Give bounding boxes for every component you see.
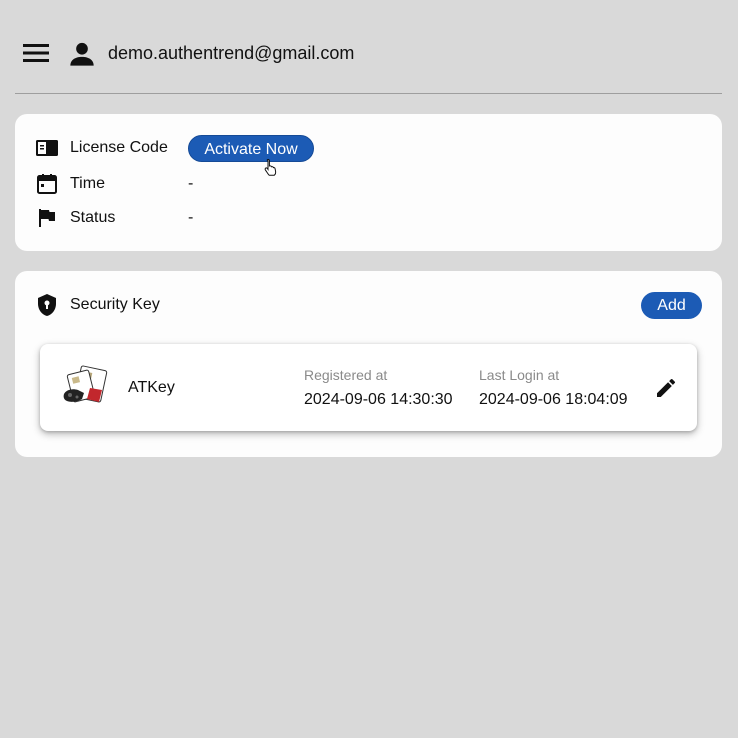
last-login-value: 2024-09-06 18:04:09 [479, 391, 628, 408]
license-code-label: License Code [70, 139, 168, 156]
last-login-label: Last Login at [479, 367, 560, 383]
security-key-name: ATKey [128, 379, 175, 396]
status-label: Status [70, 209, 116, 226]
user-email: demo.authentrend@gmail.com [108, 43, 355, 63]
shield-icon [38, 294, 56, 316]
time-value: - [188, 175, 194, 192]
header-divider [15, 93, 722, 94]
calendar-icon [37, 174, 57, 194]
hamburger-menu-icon[interactable] [22, 42, 50, 64]
flag-icon [39, 209, 55, 227]
registered-at-label: Registered at [304, 367, 388, 383]
license-card-icon [36, 140, 58, 156]
license-card: License Code Activate Now Time - Status … [15, 114, 722, 251]
account-person-icon[interactable] [68, 40, 96, 68]
add-security-key-button[interactable]: Add [641, 292, 702, 319]
activate-now-button[interactable]: Activate Now [188, 135, 314, 162]
security-key-item[interactable]: ATKey Registered at 2024-09-06 14:30:30 … [40, 344, 697, 431]
status-value: - [188, 209, 194, 226]
security-key-title: Security Key [70, 296, 160, 313]
atkey-device-image [63, 365, 108, 403]
pointer-hand-cursor-icon [264, 158, 277, 176]
pencil-edit-icon[interactable] [654, 376, 678, 400]
time-label: Time [70, 175, 105, 192]
registered-at-value: 2024-09-06 14:30:30 [304, 391, 453, 408]
app-header: demo.authentrend@gmail.com [0, 0, 738, 95]
security-key-card: Security Key Add ATKey Registered at 202… [15, 271, 722, 457]
